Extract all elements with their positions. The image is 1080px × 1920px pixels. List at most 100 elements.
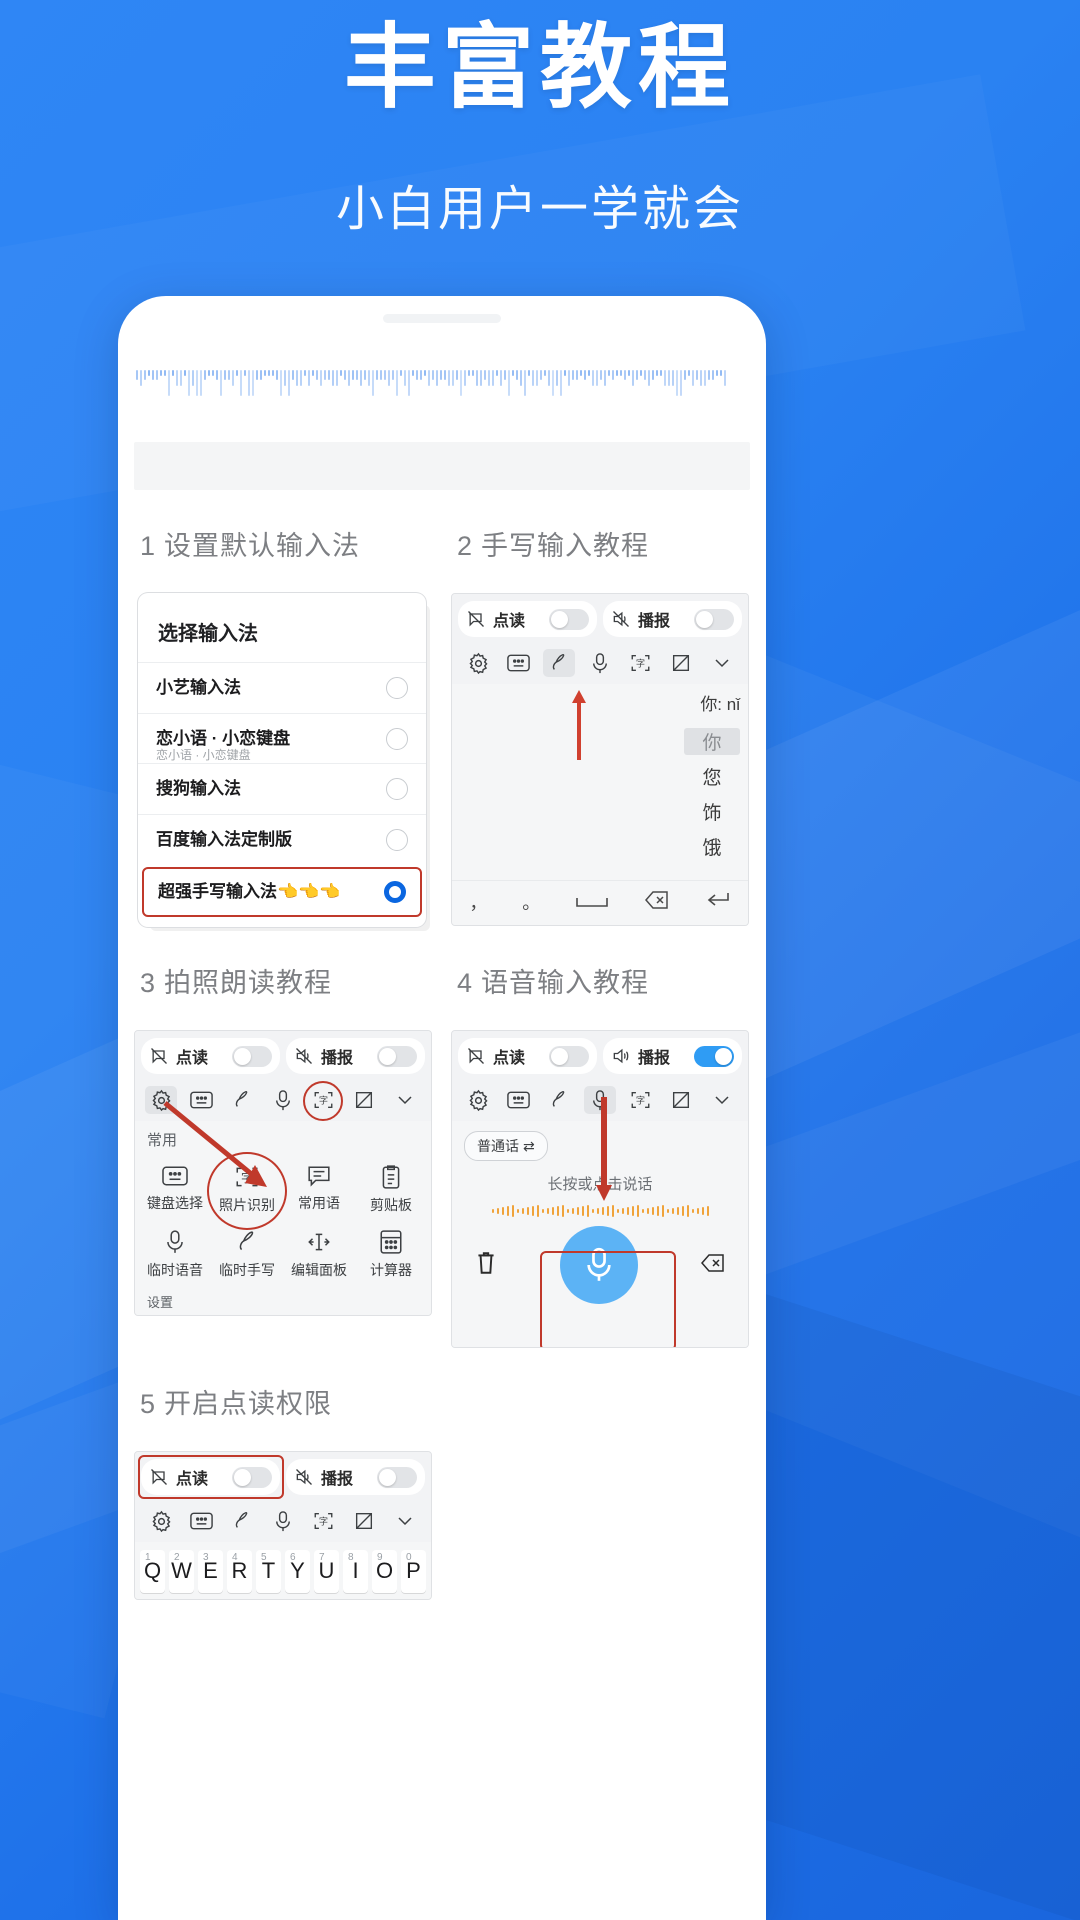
key-r[interactable]: 4R bbox=[227, 1550, 252, 1593]
toggle-switch[interactable] bbox=[694, 608, 734, 630]
ime-option-row-selected[interactable]: 超强手写输入法👈👈👈 bbox=[142, 867, 422, 917]
read-aloud-toggle[interactable]: 点读 bbox=[141, 1459, 280, 1495]
candidate-item[interactable]: 您 bbox=[684, 763, 740, 790]
chevron-down-icon[interactable] bbox=[706, 1086, 738, 1114]
read-aloud-off-icon bbox=[151, 1048, 167, 1064]
toggle-switch[interactable] bbox=[549, 1045, 589, 1067]
image-scan-icon[interactable] bbox=[665, 649, 697, 677]
chevron-down-icon[interactable] bbox=[389, 1086, 421, 1114]
key-space[interactable] bbox=[575, 892, 609, 913]
key-backspace[interactable] bbox=[644, 890, 670, 915]
radio-button[interactable] bbox=[386, 728, 408, 750]
radio-button[interactable] bbox=[386, 778, 408, 800]
section-title-5: 5 开启点读权限 bbox=[140, 1382, 433, 1421]
keyboard-face-icon[interactable] bbox=[503, 649, 535, 677]
key-t[interactable]: 5T bbox=[256, 1550, 281, 1593]
toggle-switch-on[interactable] bbox=[694, 1045, 734, 1067]
function-item[interactable]: 临时手写 bbox=[211, 1223, 283, 1284]
read-aloud-label: 点读 bbox=[176, 1050, 209, 1067]
function-item[interactable]: 编辑面板 bbox=[283, 1223, 355, 1284]
pinyin-hint: 你: nǐ bbox=[700, 695, 740, 714]
keyboard-toggle-bar: 点读 播报 bbox=[452, 594, 748, 643]
tutorial-step-4: 4 语音输入教程 点读 播报 字 普通话 ⇄ 长按或点击说话 bbox=[451, 927, 750, 1348]
ime-option-row[interactable]: 搜狗输入法 bbox=[138, 763, 426, 814]
photo-ocr-icon[interactable]: 字 bbox=[625, 649, 657, 677]
function-item[interactable]: 计算器 bbox=[355, 1223, 427, 1284]
microphone-icon[interactable] bbox=[583, 1086, 616, 1114]
toggle-switch[interactable] bbox=[377, 1466, 417, 1488]
function-item[interactable]: 剪贴板 bbox=[355, 1158, 427, 1219]
handwriting-pen-icon[interactable] bbox=[543, 649, 576, 677]
ime-option-row[interactable]: 小艺输入法 bbox=[138, 662, 426, 713]
read-aloud-toggle[interactable]: 点读 bbox=[458, 601, 597, 637]
image-scan-icon[interactable] bbox=[665, 1086, 697, 1114]
key-period[interactable]: 。 bbox=[522, 889, 540, 915]
gear-icon[interactable] bbox=[145, 1507, 177, 1535]
image-scan-icon[interactable] bbox=[348, 1507, 380, 1535]
function-item[interactable]: 字 照片识别 bbox=[207, 1152, 287, 1230]
broadcast-toggle[interactable]: 播报 bbox=[286, 1459, 425, 1495]
image-scan-icon[interactable] bbox=[348, 1086, 380, 1114]
read-aloud-toggle[interactable]: 点读 bbox=[458, 1038, 597, 1074]
chevron-down-icon[interactable] bbox=[389, 1507, 421, 1535]
photo-ocr-icon[interactable]: 字 bbox=[308, 1507, 340, 1535]
broadcast-toggle[interactable]: 播报 bbox=[603, 1038, 742, 1074]
handwriting-canvas[interactable]: 你: nǐ 你 您 饰 饿 bbox=[452, 684, 748, 880]
key-i[interactable]: 8I bbox=[343, 1550, 368, 1593]
photo-ocr-icon: 字 bbox=[236, 1167, 258, 1187]
gear-icon[interactable] bbox=[462, 1086, 494, 1114]
toggle-switch[interactable] bbox=[232, 1045, 272, 1067]
microphone-icon[interactable] bbox=[584, 649, 616, 677]
key-w[interactable]: 2W bbox=[169, 1550, 194, 1593]
radio-button-selected[interactable] bbox=[384, 881, 406, 903]
function-item[interactable]: 键盘选择 bbox=[139, 1158, 211, 1219]
broadcast-toggle[interactable]: 播报 bbox=[603, 601, 742, 637]
key-y[interactable]: 6Y bbox=[285, 1550, 310, 1593]
key-u[interactable]: 7U bbox=[314, 1550, 339, 1593]
function-item[interactable]: 常用语 bbox=[283, 1158, 355, 1219]
key-q[interactable]: 1Q bbox=[140, 1550, 165, 1593]
placeholder-bar bbox=[134, 442, 750, 490]
handwriting-pen-icon[interactable] bbox=[226, 1086, 258, 1114]
microphone-icon[interactable] bbox=[267, 1507, 299, 1535]
tutorial-step-2: 2 手写输入教程 点读 播报 字 你: nǐ 你 您 饰 饿 ， 。 bbox=[451, 490, 750, 927]
function-item[interactable]: 临时语音 bbox=[139, 1223, 211, 1284]
handwriting-pen-icon[interactable] bbox=[226, 1507, 258, 1535]
gear-icon[interactable] bbox=[462, 649, 494, 677]
key-comma[interactable]: ， bbox=[469, 889, 487, 915]
chevron-down-icon[interactable] bbox=[706, 649, 738, 677]
read-aloud-toggle[interactable]: 点读 bbox=[141, 1038, 280, 1074]
radio-button[interactable] bbox=[386, 829, 408, 851]
handwriting-pen-icon[interactable] bbox=[543, 1086, 575, 1114]
key-p[interactable]: 0P bbox=[401, 1550, 426, 1593]
trash-icon[interactable] bbox=[474, 1250, 498, 1281]
toggle-switch[interactable] bbox=[232, 1466, 272, 1488]
toggle-switch[interactable] bbox=[377, 1045, 417, 1067]
ime-option-label: 恋小语 · 小恋键盘 bbox=[156, 729, 291, 749]
key-o[interactable]: 9O bbox=[372, 1550, 397, 1593]
radio-button[interactable] bbox=[386, 677, 408, 699]
tutorial-step-3: 3 拍照朗读教程 点读 播报 字 常用 键盘选择 字 照片识别 常用语 剪贴板 … bbox=[134, 927, 433, 1348]
keyboard-face-icon[interactable] bbox=[503, 1086, 535, 1114]
photo-ocr-icon[interactable]: 字 bbox=[625, 1086, 657, 1114]
gear-icon[interactable] bbox=[145, 1086, 177, 1114]
ime-option-row[interactable]: 百度输入法定制版 bbox=[138, 814, 426, 865]
microphone-icon[interactable] bbox=[267, 1086, 299, 1114]
key-number: 3 bbox=[203, 1552, 209, 1563]
candidate-item[interactable]: 饿 bbox=[684, 833, 740, 860]
toggle-switch[interactable] bbox=[549, 608, 589, 630]
keyboard-face-icon[interactable] bbox=[186, 1507, 218, 1535]
keyboard-face-icon[interactable] bbox=[186, 1086, 218, 1114]
candidate-item[interactable]: 你 bbox=[684, 728, 740, 755]
ime-option-row[interactable]: 恋小语 · 小恋键盘 bbox=[138, 713, 426, 764]
function-label: 临时语音 bbox=[147, 1262, 203, 1278]
keyboard-face-icon bbox=[162, 1166, 188, 1186]
key-enter[interactable] bbox=[705, 891, 731, 914]
broadcast-toggle[interactable]: 播报 bbox=[286, 1038, 425, 1074]
backspace-icon[interactable] bbox=[700, 1252, 726, 1279]
photo-ocr-icon[interactable]: 字 bbox=[302, 1081, 343, 1121]
key-e[interactable]: 3E bbox=[198, 1550, 223, 1593]
section-number: 4 bbox=[457, 968, 474, 998]
candidate-item[interactable]: 饰 bbox=[684, 798, 740, 825]
language-selector[interactable]: 普通话 ⇄ bbox=[464, 1131, 548, 1161]
